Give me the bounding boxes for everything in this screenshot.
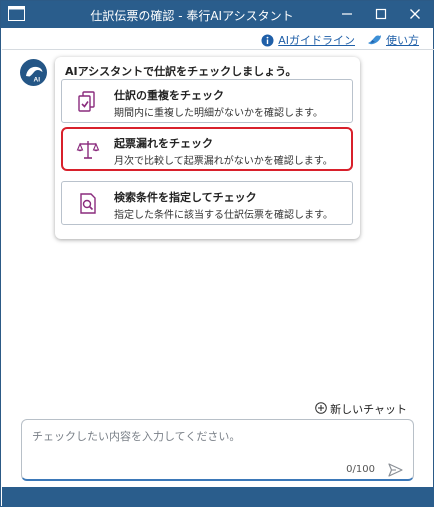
bird-icon [367,34,382,46]
option-description: 指定した条件に該当する仕訳伝票を確認します。 [114,210,333,221]
maximize-button[interactable] [365,1,397,28]
new-chat-label: 新しいチャット [330,403,407,416]
window-title: 仕訳伝票の確認 - 奉行AIアシスタント [90,9,294,23]
new-chat-button[interactable]: 新しいチャット [315,401,407,417]
char-counter: 0/100 [346,464,375,475]
bottom-bar [2,487,434,507]
title-bar[interactable]: 仕訳伝票の確認 - 奉行AIアシスタント [1,1,433,28]
header-links: AIガイドライン 使い方 [261,32,419,48]
option-title: 仕訳の重複をチェック [114,89,224,102]
option-condition-search-check[interactable]: 検索条件を指定してチェック 指定した条件に該当する仕訳伝票を確認します。 [61,181,353,225]
minimize-button[interactable] [331,1,363,28]
balance-scale-icon [76,138,100,162]
window-icon [8,6,25,21]
option-title: 起票漏れをチェック [114,137,213,150]
option-title: 検索条件を指定してチェック [114,191,257,204]
option-duplicate-check[interactable]: 仕訳の重複をチェック 期間内に重複した明細がないかを確認します。 [61,79,353,123]
send-icon[interactable] [388,462,403,481]
ai-guideline-link[interactable]: AIガイドライン [261,32,355,48]
help-label: 使い方 [386,34,419,47]
close-button[interactable] [399,1,431,28]
header-divider [2,49,434,50]
svg-text:AI: AI [34,77,41,84]
option-description: 期間内に重複した明細がないかを確認します。 [114,108,323,119]
option-missing-entry-check[interactable]: 起票漏れをチェック 月次で比較して起票漏れがないかを確認します。 [61,127,353,171]
assistant-message-card: AIアシスタントで仕訳をチェックしましょう。 仕訳の重複をチェック 期間内に重複… [55,57,360,239]
help-link[interactable]: 使い方 [367,32,419,48]
option-description: 月次で比較して起票漏れがないかを確認します。 [114,156,333,167]
document-search-icon [76,192,100,216]
duplicate-document-check-icon [76,90,100,114]
ai-guideline-label: AIガイドライン [278,34,355,47]
chat-input-placeholder: チェックしたい内容を入力してください。 [32,430,241,443]
info-icon [261,34,274,47]
add-circle-icon [315,401,327,417]
app-window: 仕訳伝票の確認 - 奉行AIアシスタント AIガイドライン 使い方 AI AIア… [0,0,434,507]
assistant-message-heading: AIアシスタントで仕訳をチェックしましょう。 [65,65,297,78]
chat-input[interactable]: チェックしたい内容を入力してください。 0/100 [21,419,414,481]
ai-assistant-avatar: AI [20,59,47,86]
